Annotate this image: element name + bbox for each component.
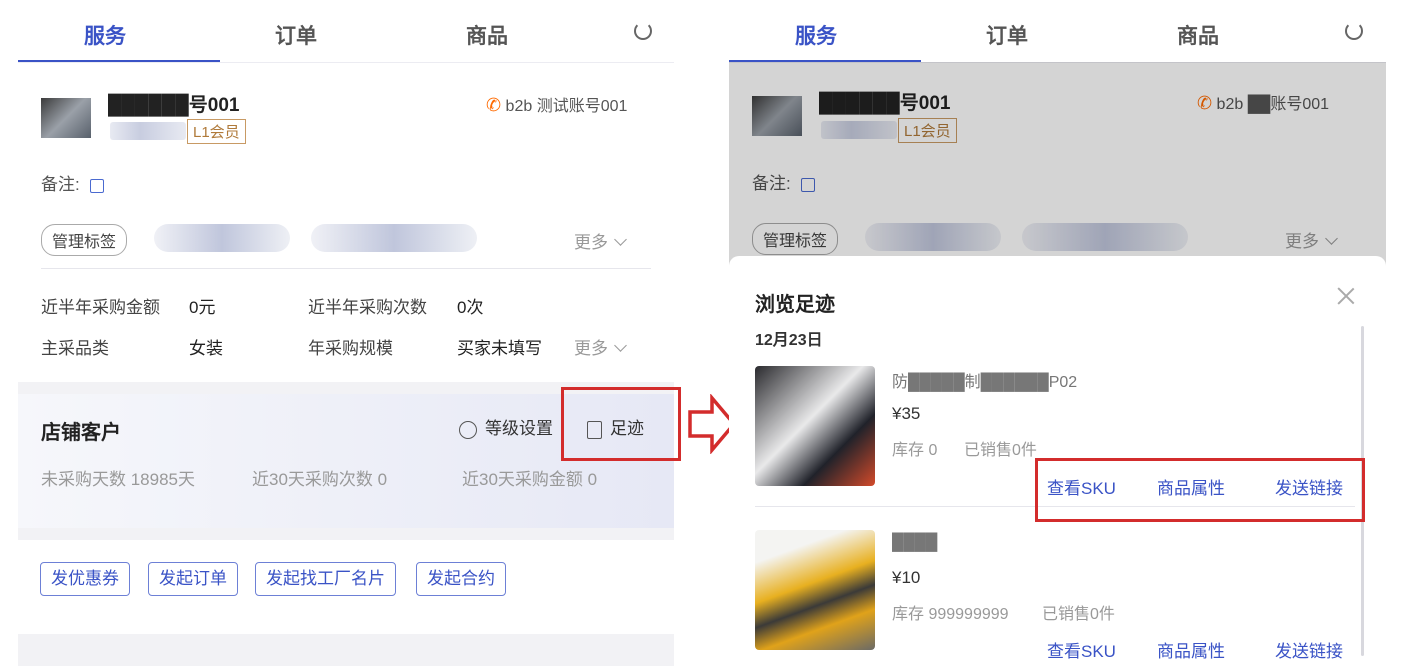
view-sku-link[interactable]: 查看SKU (1047, 637, 1116, 662)
alibaba-icon: ✆ (486, 95, 502, 115)
active-tab-underline (18, 60, 220, 62)
product-attributes-link[interactable]: 商品属性 (1157, 637, 1225, 662)
section-gap (18, 634, 674, 666)
stat-label: 主采品类 (41, 339, 109, 358)
product-name: ████ (892, 534, 938, 551)
tab-orders[interactable]: 订单 (275, 20, 317, 50)
chevron-down-icon (614, 339, 627, 352)
more-label: 更多 (574, 233, 608, 252)
shop-stat: 近30天采购次数 0 (252, 470, 388, 489)
remark-label: 备注: (41, 175, 80, 194)
section-gap (18, 528, 674, 540)
tab-products[interactable]: 商品 (1177, 20, 1219, 50)
product-sold: 已销售0件 (964, 442, 1037, 459)
shop-stat: 未采购天数 18985天 (41, 470, 195, 489)
stat-label: 近半年采购金额 (41, 298, 160, 317)
customer-account: ✆ b2b 测试账号001 (486, 92, 627, 116)
product-thumbnail[interactable] (755, 366, 875, 486)
blurred-nickname (110, 122, 186, 140)
customer-name: ██████号001 (108, 95, 240, 116)
stat-value: 女装 (189, 339, 223, 358)
refresh-icon[interactable] (634, 22, 652, 40)
send-coupon-button[interactable]: 发优惠券 (40, 562, 130, 596)
send-link-link[interactable]: 发送链接 (1275, 637, 1343, 662)
close-icon[interactable] (1336, 286, 1356, 306)
more-label: 更多 (574, 339, 608, 358)
highlight-box (1035, 458, 1365, 522)
level-setting-label: 等级设置 (485, 419, 553, 438)
tag-chip (311, 224, 477, 252)
right-panel: 服务 订单 商品 ██████号001 ✆ b2b ██账号001 L1会员 备… (729, 0, 1386, 666)
product-price: ¥35 (892, 404, 921, 423)
product-name: 防█████制██████P02 (892, 374, 1078, 391)
product-price: ¥10 (892, 568, 921, 587)
tab-orders[interactable]: 订单 (986, 20, 1028, 50)
remark-row: 备注: (41, 170, 105, 195)
product-stock: 库存 999999999 (892, 606, 1009, 623)
member-level-badge: L1会员 (187, 119, 246, 144)
product-thumbnail[interactable] (755, 530, 875, 650)
tab-bar: 服务 订单 商品 (18, 0, 674, 63)
create-order-button[interactable]: 发起订单 (148, 562, 238, 596)
chevron-down-icon (614, 233, 627, 246)
stat-label: 近半年采购次数 (308, 298, 427, 317)
product-sold: 已销售0件 (1042, 606, 1115, 623)
tab-products[interactable]: 商品 (466, 20, 508, 50)
stat-value: 买家未填写 (457, 339, 542, 358)
manage-tags-button[interactable]: 管理标签 (41, 224, 128, 256)
left-panel: 服务 订单 商品 ██████号001 ✆ b2b 测试账号001 L1会员 备… (18, 0, 674, 666)
edit-icon[interactable] (90, 178, 105, 193)
tab-service[interactable]: 服务 (84, 20, 126, 50)
stat-value: 0元 (189, 298, 216, 317)
stat-value: 0次 (457, 298, 484, 317)
level-setting-link[interactable]: 等级设置 (459, 414, 553, 439)
stats-more-toggle[interactable]: 更多 (574, 334, 627, 359)
date-heading: 12月23日 (755, 332, 823, 349)
tab-service[interactable]: 服务 (795, 20, 837, 50)
customer-account-text: b2b 测试账号001 (505, 98, 628, 115)
sheet-title: 浏览足迹 (755, 294, 835, 316)
refresh-icon[interactable] (1345, 22, 1363, 40)
product-stock: 库存 0 (892, 442, 938, 459)
tags-more-toggle[interactable]: 更多 (574, 228, 627, 253)
shop-stat: 近30天采购金额 0 (462, 470, 598, 489)
shop-customer-title: 店铺客户 (41, 422, 121, 444)
highlight-box (561, 387, 681, 461)
factory-card-button[interactable]: 发起找工厂名片 (255, 562, 396, 596)
stat-label: 年采购规模 (308, 339, 393, 358)
tab-bar: 服务 订单 商品 (729, 0, 1386, 63)
create-contract-button[interactable]: 发起合约 (416, 562, 506, 596)
divider (41, 268, 651, 269)
tag-chip (154, 224, 290, 252)
customer-avatar (41, 98, 91, 138)
settings-icon (459, 420, 477, 439)
